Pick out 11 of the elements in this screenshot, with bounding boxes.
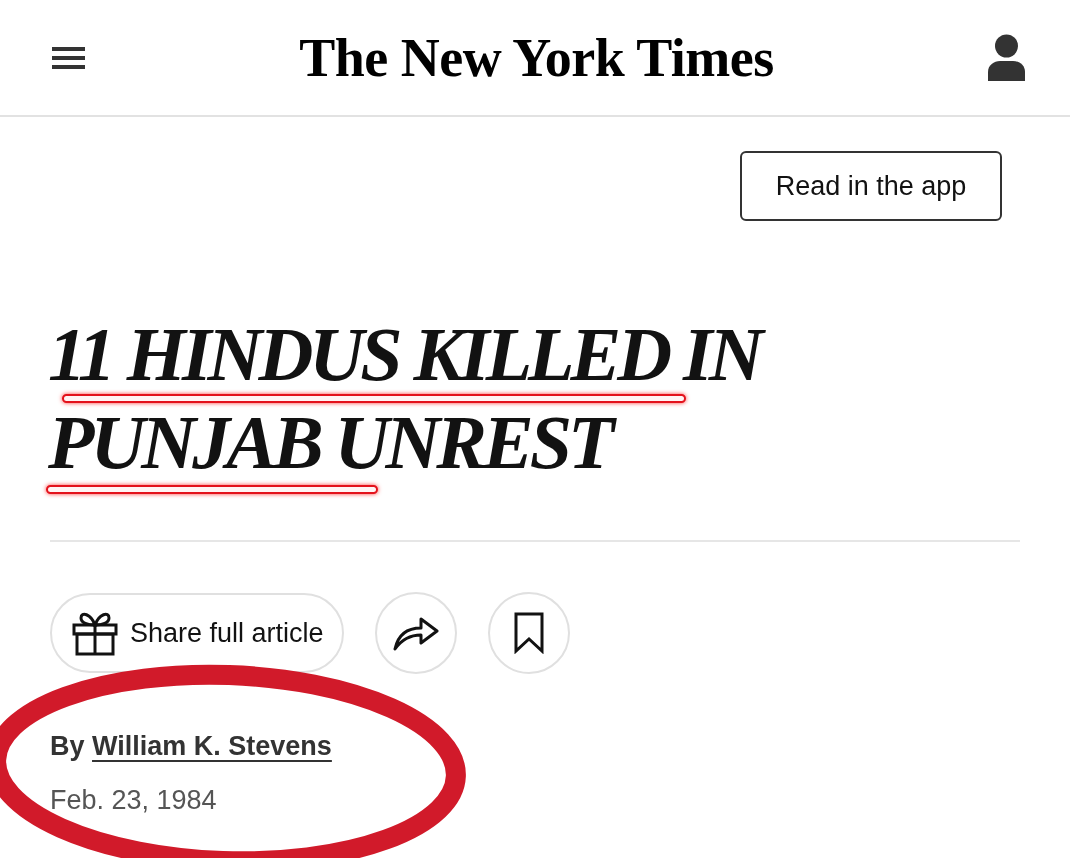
publish-date: Feb. 23, 1984 bbox=[50, 784, 217, 817]
menu-icon[interactable] bbox=[52, 46, 85, 69]
account-icon[interactable] bbox=[988, 34, 1025, 81]
read-in-app-button[interactable]: Read in the app bbox=[740, 151, 1002, 221]
author-link[interactable]: William K. Stevens bbox=[92, 731, 332, 761]
byline: By William K. Stevens bbox=[50, 730, 332, 763]
newspaper-logo[interactable]: The New York Times bbox=[299, 30, 774, 85]
share-full-article-button[interactable]: Share full article bbox=[50, 593, 344, 673]
share-arrow-icon bbox=[392, 615, 439, 651]
bookmark-icon bbox=[513, 612, 544, 654]
gift-icon bbox=[72, 610, 118, 656]
